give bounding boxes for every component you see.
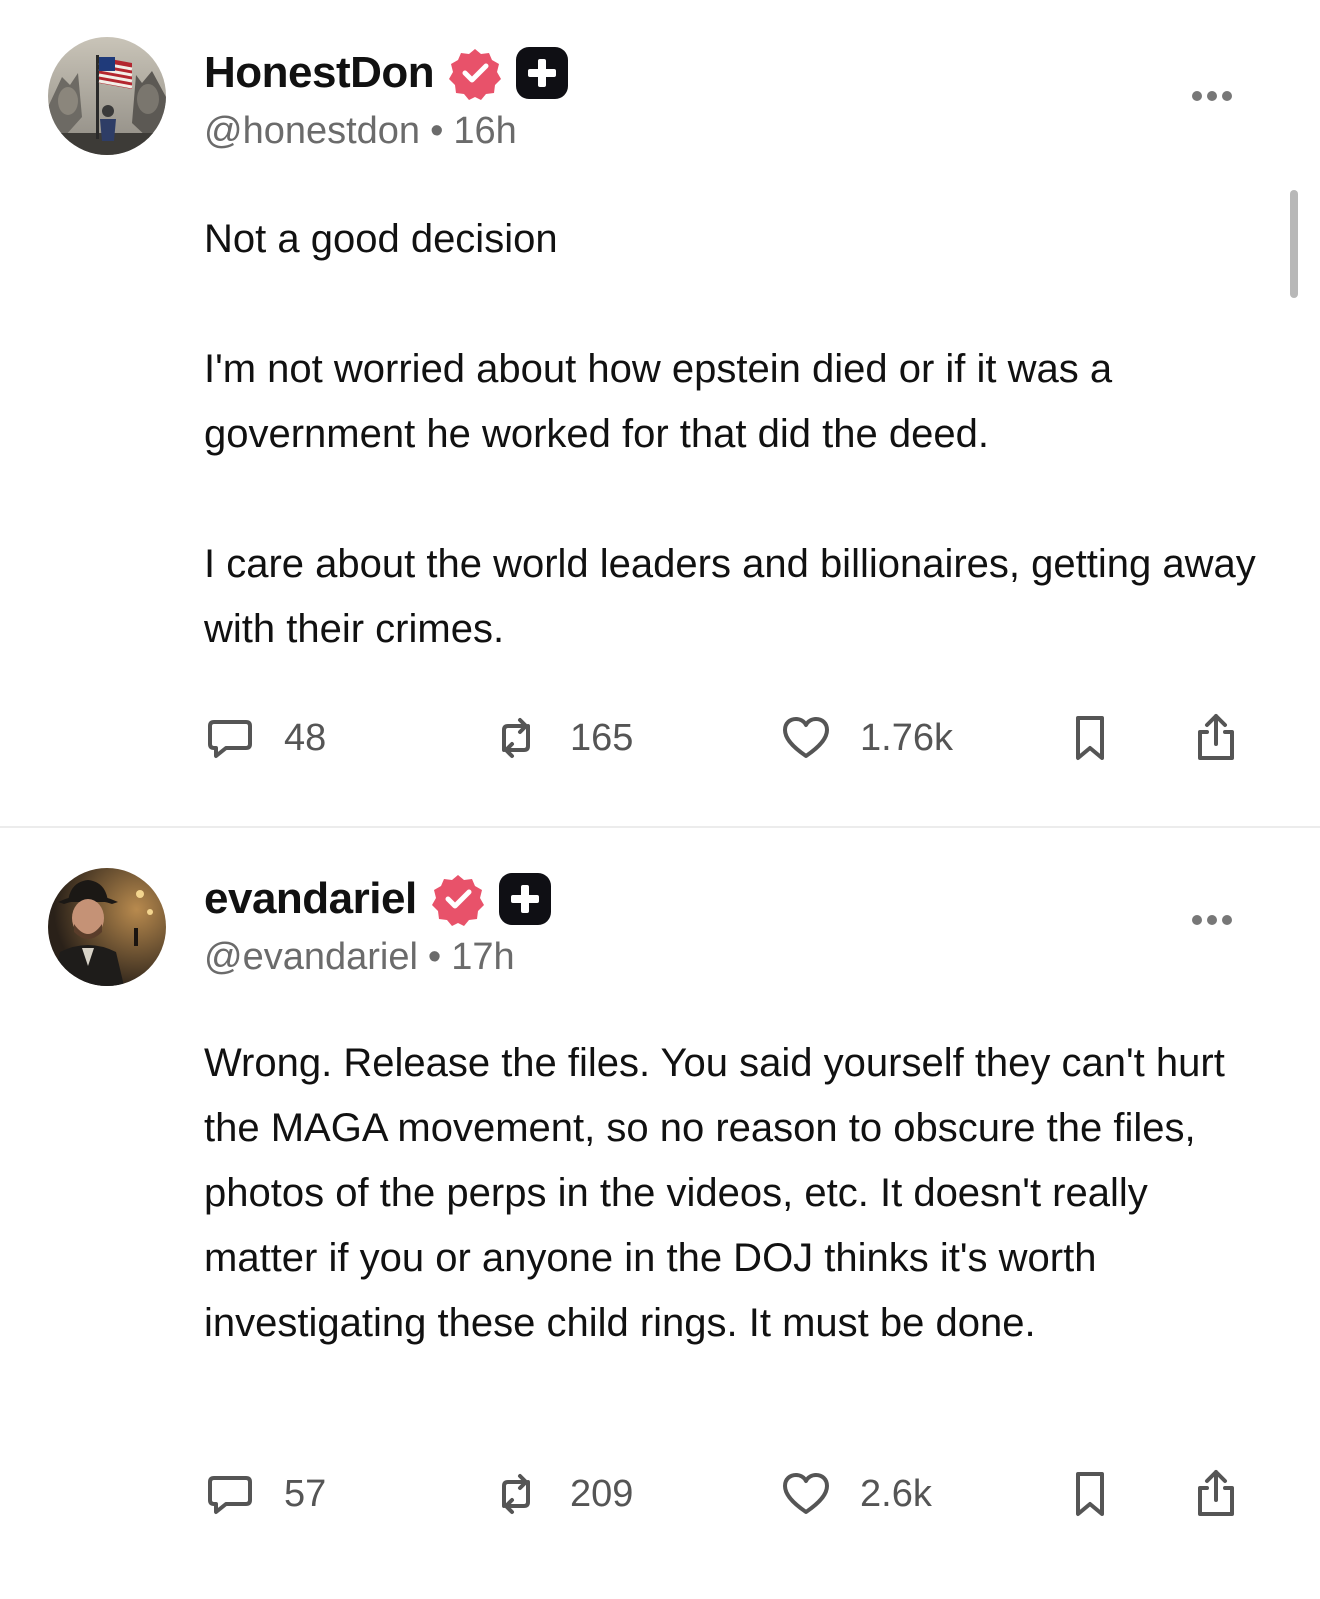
action-bar: 57 209 2.6k [204,1464,1244,1524]
repost-button[interactable]: 209 [490,1464,633,1524]
reply-count: 48 [284,716,327,759]
plus-badge-icon [498,873,551,925]
verified-badge-icon [431,872,485,926]
post-paragraph: Wrong. Release the files. You said yours… [204,1041,1225,1345]
repost-icon [490,1468,542,1520]
heart-icon [780,712,832,764]
meta-separator: • [427,936,442,978]
bookmark-button[interactable] [1064,708,1116,768]
bookmark-icon [1064,712,1116,764]
post[interactable]: HonestDon @honestdon • 16h Not a good de… [0,0,1320,826]
avatar-man-in-hat-icon [48,868,166,986]
bookmark-icon [1064,1468,1116,1520]
more-options-button[interactable] [1192,912,1240,930]
display-name[interactable]: HonestDon [204,48,435,98]
share-icon [1190,712,1242,764]
dot-icon [1207,915,1217,925]
dot-icon [1222,91,1232,101]
share-button[interactable] [1190,1464,1242,1524]
avatar-flag-monument-icon [48,37,166,155]
share-icon [1190,1468,1242,1520]
post-paragraph: Not a good decision [204,217,558,261]
heart-icon [780,1468,832,1520]
more-options-button[interactable] [1192,88,1240,106]
post-paragraph: I'm not worried about how epstein died o… [204,347,1113,456]
dot-icon [1192,915,1202,925]
like-count: 1.76k [860,716,953,759]
timestamp[interactable]: 17h [451,936,514,978]
plus-badge-icon [516,47,569,99]
reply-button[interactable]: 57 [204,1464,326,1524]
repost-icon [490,712,542,764]
share-button[interactable] [1190,708,1242,768]
repost-button[interactable]: 165 [490,708,633,768]
avatar[interactable] [48,37,166,155]
feed: HonestDon @honestdon • 16h Not a good de… [0,0,1320,1599]
comment-icon [204,1468,256,1520]
post-meta: @evandariel • 17h [204,936,1260,979]
repost-count: 209 [570,1472,634,1515]
meta-separator: • [430,110,444,152]
post[interactable]: evandariel @evandariel • 17h Wrong. Rele… [0,828,1320,1599]
name-row: evandariel [204,866,1260,932]
handle[interactable]: @evandariel [204,936,418,978]
like-count: 2.6k [860,1472,932,1515]
dot-icon [1207,91,1217,101]
post-meta: @honestdon • 16h [204,110,1260,153]
display-name[interactable]: evandariel [204,874,417,924]
post-header: evandariel @evandariel • 17h [204,866,1260,979]
dot-icon [1192,91,1202,101]
post-body: Wrong. Release the files. You said yours… [204,1031,1264,1356]
post-paragraph: I care about the world leaders and billi… [204,542,1256,651]
post-header: HonestDon @honestdon • 16h [204,40,1260,153]
verified-badge-icon [448,46,502,100]
timestamp[interactable]: 16h [453,110,516,152]
like-button[interactable]: 2.6k [780,1464,932,1524]
dot-icon [1222,915,1232,925]
like-button[interactable]: 1.76k [780,708,953,768]
avatar[interactable] [48,868,166,986]
reply-count: 57 [284,1472,327,1515]
name-row: HonestDon [204,40,1260,106]
scrollbar[interactable] [1290,190,1298,298]
action-bar: 48 165 1.76k [204,708,1244,768]
post-body: Not a good decision I'm not worried abou… [204,207,1264,662]
repost-count: 165 [570,716,634,759]
handle[interactable]: @honestdon [204,110,420,152]
reply-button[interactable]: 48 [204,708,326,768]
comment-icon [204,712,256,764]
bookmark-button[interactable] [1064,1464,1116,1524]
